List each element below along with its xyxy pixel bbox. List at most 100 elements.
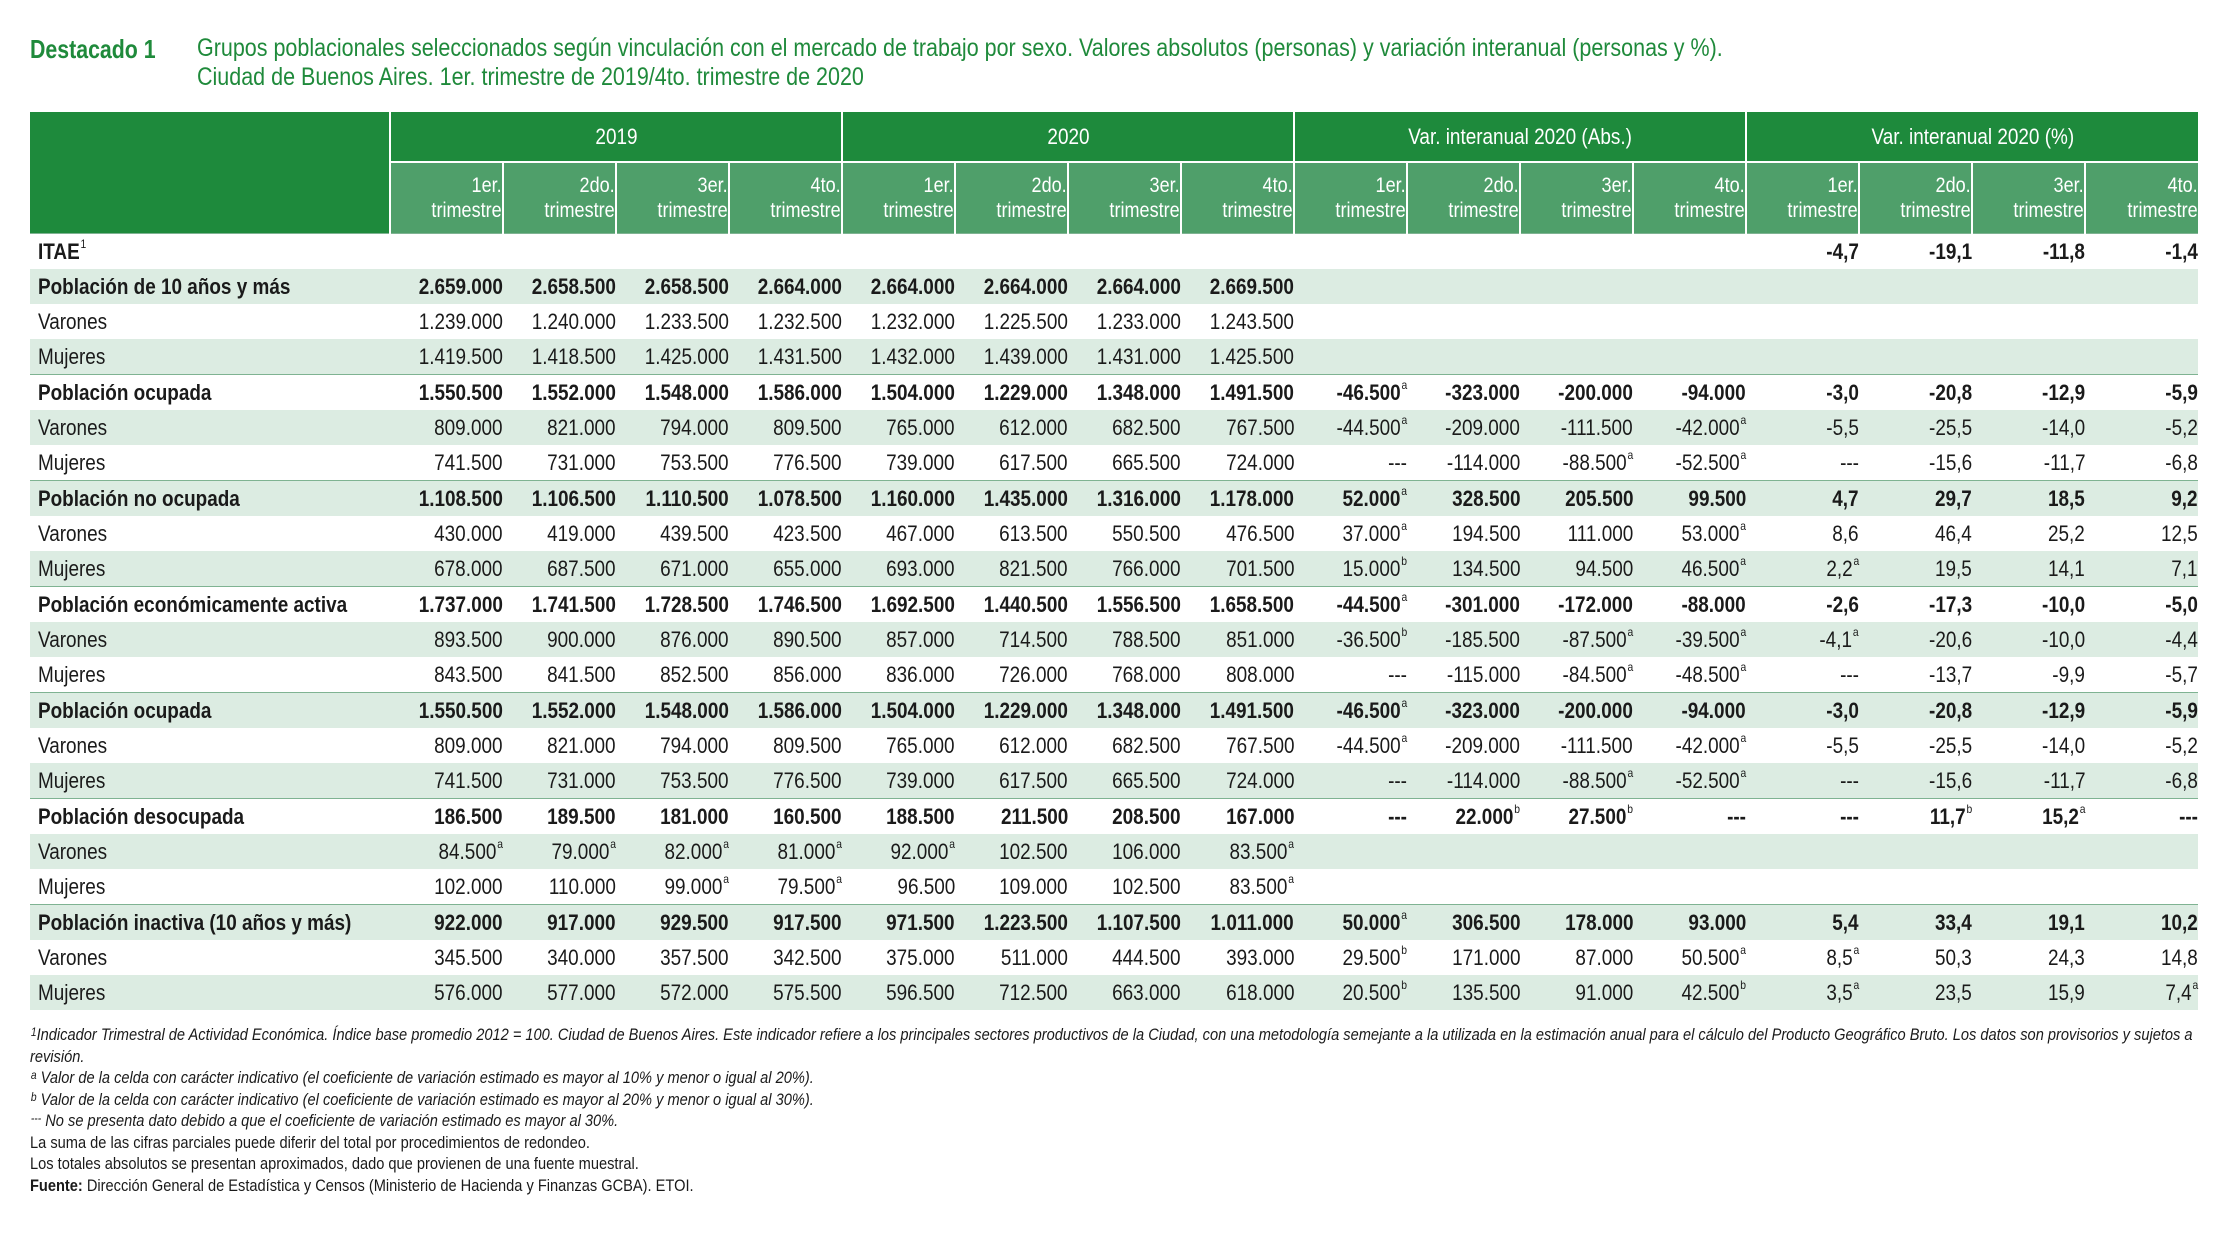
row-label: Varones: [38, 732, 108, 758]
table-cell: 1.548.000: [616, 374, 729, 410]
table-cell: ---: [1294, 763, 1408, 799]
table-cell: 29.500b: [1342, 942, 1408, 970]
table-row: ITAE1 -4,7 -19,1 -11,8 -1,4: [30, 233, 2199, 269]
table-cell: 1.178.000: [1181, 480, 1295, 516]
table-cell: 52.000a: [1294, 480, 1408, 516]
table-cell: 682.500: [1112, 732, 1182, 758]
table-cell: -3,0: [1746, 374, 1860, 410]
row-label: Mujeres: [38, 661, 106, 687]
table-cell: -25,5: [1928, 732, 1973, 758]
table-cell: -2,6: [1746, 586, 1860, 622]
table-cell: 19,5: [1859, 551, 1973, 587]
table-cell: -5,7: [2165, 661, 2199, 687]
table-cell: -4,7: [1746, 233, 1860, 269]
table-row: Población desocupada 186.500 189.500 181.00…: [30, 798, 2199, 834]
table-cell: 1.491.500: [1181, 374, 1295, 410]
table-cell: 1.552.000: [503, 374, 616, 410]
row-label: Varones: [38, 944, 108, 970]
table-cell: 93.000: [1633, 904, 1747, 940]
table-cell: 1.431.000: [1068, 339, 1182, 375]
table-cell: [729, 233, 843, 269]
table-cell: 917.000: [503, 904, 616, 940]
note-totals: Los totales absolutos se presentan aprox…: [30, 1154, 639, 1173]
table-cell: 876.000: [616, 622, 729, 657]
table-cell: -88.000: [1633, 586, 1747, 622]
quarter-header: 4to. trimestre: [727, 161, 843, 234]
source-note: Fuente: Dirección General de Estadística…: [30, 1175, 694, 1195]
table-cell: 167.000: [1181, 798, 1295, 834]
table-cell: [1520, 233, 1634, 269]
row-label: Población ocupada: [30, 374, 390, 410]
row-label: Varones: [30, 834, 390, 869]
footnote-1: 1Indicador Trimestral de Actividad Econó…: [30, 1025, 2193, 1066]
table-cell: -15,6: [1859, 763, 1973, 799]
table-cell: 79.500a: [777, 871, 843, 899]
table-cell: 511.000: [1001, 944, 1069, 970]
table-cell: [1294, 869, 1407, 905]
table-cell: ---: [1294, 798, 1408, 834]
table-cell: ---: [1633, 798, 1747, 834]
table-cell: 135.500: [1407, 975, 1521, 1010]
table-cell: 8,5a: [1826, 942, 1860, 970]
table-cell: 655.000: [729, 551, 843, 587]
row-label: Mujeres: [38, 873, 106, 899]
table-cell: 423.500: [773, 520, 843, 546]
table-cell: -42.000a: [1675, 730, 1747, 758]
table-cell: 1.692.500: [842, 586, 956, 622]
table-cell: 50.500a: [1681, 942, 1747, 970]
table-cell: ---: [1388, 661, 1408, 687]
caption-title-line-2: Ciudad de Buenos Aires. 1er. trimestre d…: [197, 63, 864, 91]
table-cell: -185.500: [1407, 622, 1521, 657]
table-cell: 1.232.500: [757, 308, 843, 334]
table-cell: 81.000a: [729, 834, 843, 869]
table-cell: [2085, 869, 2198, 905]
table-cell: -94.000: [1633, 374, 1747, 410]
table-cell: 724.000: [1225, 449, 1295, 475]
table-cell: 53.000a: [1681, 518, 1747, 546]
table-cell: 7,4a: [2085, 975, 2199, 1010]
table-cell: 375.000: [886, 944, 956, 970]
table-cell: 682.500: [1068, 410, 1182, 445]
table-cell: -3,0: [1746, 692, 1860, 728]
table-cell: 890.500: [729, 622, 843, 657]
table-cell: 439.500: [660, 520, 729, 546]
table-cell: 10,2: [2085, 904, 2199, 940]
table-cell: 24,3: [2048, 944, 2086, 970]
table-cell: 1.106.500: [503, 480, 616, 516]
table-cell: 14,8: [2161, 944, 2199, 970]
table-cell: 1.425.000: [616, 339, 729, 375]
table-cell: 134.500: [1407, 551, 1521, 587]
table-cell: [1972, 269, 2086, 304]
table-cell: -25,5: [1859, 410, 1973, 445]
table-cell: ---: [1840, 449, 1860, 475]
table-cell: [1407, 339, 1521, 375]
table-cell: 1.741.500: [503, 586, 616, 622]
table-cell: -42.000a: [1633, 410, 1747, 445]
table-cell: 739.000: [842, 763, 956, 799]
table-cell: -48.500a: [1675, 659, 1747, 687]
table-cell: 171.000: [1451, 944, 1521, 970]
table-cell: 18,5: [1972, 480, 2086, 516]
table-cell: -114.000: [1407, 763, 1521, 799]
table-cell: 788.500: [1068, 622, 1182, 657]
table-cell: -88.500a: [1520, 763, 1634, 799]
table-cell: 430.000: [434, 520, 503, 546]
table-cell: 612.000: [955, 410, 1069, 445]
table-cell: 1.110.500: [616, 480, 729, 516]
table-cell: -5,5: [1826, 732, 1860, 758]
caption-title: Grupos poblacionales seleccionados según…: [197, 34, 1723, 92]
quarter-header: 1er. trimestre: [841, 161, 956, 234]
table-cell: [1972, 339, 2086, 375]
table-cell: [1181, 233, 1295, 269]
table-cell: -5,2: [2085, 410, 2199, 445]
table-cell: -114.000: [1446, 449, 1521, 475]
table-cell: 345.500: [434, 944, 503, 970]
table-cell: 19,1: [1972, 904, 2086, 940]
table-cell: 843.500: [434, 661, 503, 687]
table-cell: -14,0: [2041, 732, 2086, 758]
table-cell: -6,8: [2085, 763, 2199, 799]
table-cell: -44.500a: [1294, 586, 1408, 622]
table-row: Mujeres 843.500 841.500 852.500 856.000 836.0…: [30, 657, 2198, 693]
table-cell: [1294, 834, 1408, 869]
table-cell: 726.000: [999, 661, 1069, 687]
